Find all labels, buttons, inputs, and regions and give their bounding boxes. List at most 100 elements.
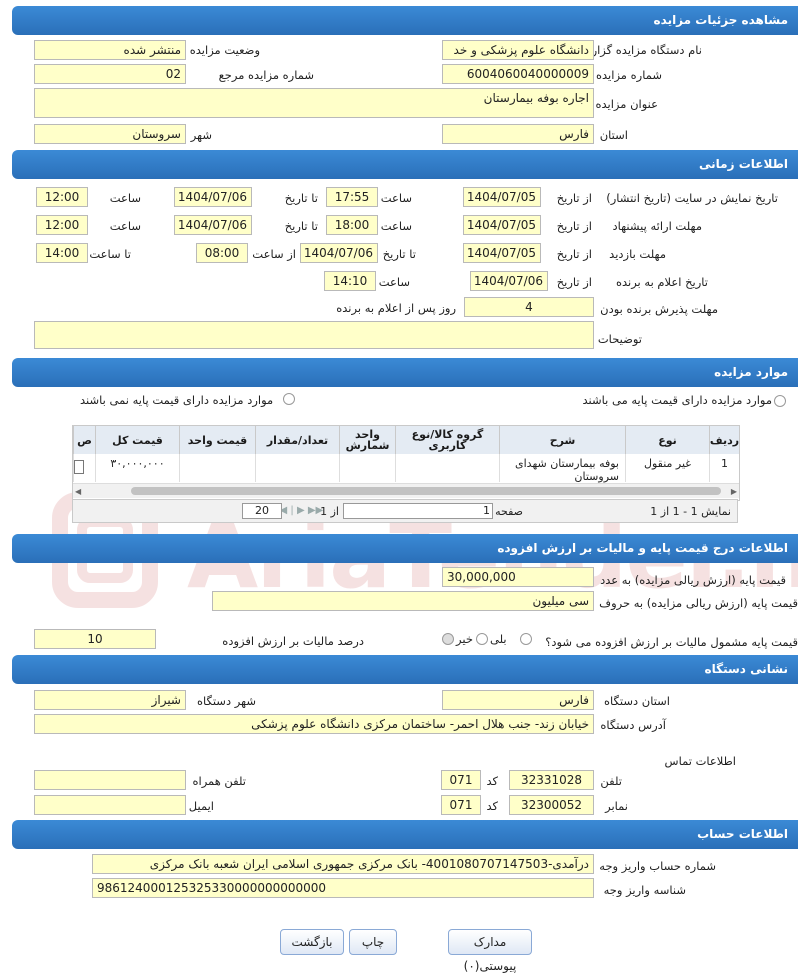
acct-field[interactable]: درآمدی-4001080707147503- بانک مرکزی جمهو…	[92, 854, 594, 874]
acct-label: شماره حساب واریز وجه	[599, 859, 716, 873]
attachments-button[interactable]: مدارک پیوستی(۰)	[448, 929, 532, 973]
visit-from-time-label: از ساعت	[252, 247, 296, 261]
email-field[interactable]	[34, 795, 186, 815]
visit-to-time-field[interactable]: 14:00	[36, 243, 88, 263]
vat-no-radio[interactable]	[476, 633, 488, 645]
bid-to-label: تا تاریخ	[284, 219, 318, 233]
fax-code-field[interactable]: 071	[441, 795, 481, 815]
accept-field[interactable]: 4	[464, 297, 594, 317]
vat-yes-label: بلی	[490, 632, 507, 646]
scroll-right-icon[interactable]: ▶	[731, 487, 737, 496]
phone-field[interactable]: 32331028	[509, 770, 594, 790]
scroll-thumb[interactable]	[131, 487, 721, 495]
announce-from-label: از تاریخ	[556, 275, 592, 289]
mobile-label: تلفن همراه	[192, 774, 246, 788]
desc-field[interactable]	[34, 321, 594, 349]
col-header-total: قیمت کل	[95, 426, 179, 454]
bid-time2-field[interactable]: 12:00	[36, 215, 88, 235]
row-action-icon[interactable]	[74, 460, 84, 474]
col-header-type: نوع	[625, 426, 709, 454]
ref-field[interactable]: 02	[34, 64, 186, 84]
base-words-field[interactable]: سی میلیون	[212, 591, 594, 611]
mobile-field[interactable]	[34, 770, 186, 790]
publish-time2-field[interactable]: 12:00	[36, 187, 88, 207]
number-label: شماره مزایده	[596, 68, 662, 82]
page-input[interactable]: 1	[343, 503, 493, 519]
vat-yes-radio[interactable]	[520, 633, 532, 645]
radio-without-base[interactable]	[283, 393, 295, 405]
payment-id-field[interactable]: 986124000125325330000000000000	[92, 878, 594, 898]
table-pager: نمایش 1 - 1 از 1 ◀◀ ◀ | ▶ ▶▶ صفحه 1 از 1…	[72, 499, 738, 523]
col-header-unit-price: قیمت واحد	[179, 426, 255, 454]
bid-from-field[interactable]: 1404/07/05	[463, 215, 541, 235]
col-header-group: گروه کالا/نوع کاربری	[395, 426, 499, 454]
vat-percent-label: درصد مالیات بر ارزش افزوده	[222, 634, 364, 648]
visit-from-field[interactable]: 1404/07/05	[463, 243, 541, 263]
visit-from-time-field[interactable]: 08:00	[196, 243, 248, 263]
publish-from-label: از تاریخ	[556, 191, 592, 205]
phone-label: تلفن	[600, 774, 622, 788]
publish-from-field[interactable]: 1404/07/05	[463, 187, 541, 207]
vat-selected-radio[interactable]	[442, 633, 454, 645]
announce-label: تاریخ اعلام به برنده	[615, 275, 708, 289]
org-city-field[interactable]: شیراز	[34, 690, 186, 710]
back-button[interactable]: بازگشت	[280, 929, 344, 955]
city-label: شهر	[190, 128, 212, 142]
bid-label: مهلت ارائه پیشنهاد	[612, 219, 702, 233]
fax-label: نمابر	[605, 799, 628, 813]
scroll-left-icon[interactable]: ◀	[75, 487, 81, 496]
status-field[interactable]: منتشر شده	[34, 40, 186, 60]
accept-label: مهلت پذیرش برنده بودن	[600, 302, 718, 316]
announce-time-label: ساعت	[378, 275, 410, 289]
col-header-row: ردیف	[709, 426, 739, 454]
section-header-price: اطلاعات درج قیمت پایه و مالیات بر ارزش ا…	[12, 534, 798, 563]
visit-label: مهلت بازدید	[609, 247, 666, 261]
org-address-label: آدرس دستگاه	[600, 718, 666, 732]
province-field[interactable]: فارس	[442, 124, 594, 144]
number-field[interactable]: 6004060040000009	[442, 64, 594, 84]
table-scrollbar[interactable]: ◀ ▶	[73, 483, 739, 498]
vat-question: قیمت پایه مشمول مالیات بر ارزش افزوده می…	[545, 635, 798, 649]
section-header-address: نشانی دستگاه	[12, 655, 798, 684]
org-address-field[interactable]: خیابان زند- جنب هلال احمر- ساختمان مرکزی…	[34, 714, 594, 734]
fax-code-label: کد	[486, 799, 498, 813]
table-cell: بوفه بیمارستان شهدای سروستان	[499, 454, 625, 483]
visit-to-field[interactable]: 1404/07/06	[300, 243, 378, 263]
title-field[interactable]: اجاره بوفه بیمارستان	[34, 88, 594, 118]
publish-time1-field[interactable]: 17:55	[326, 187, 378, 207]
phone-code-label: کد	[486, 774, 498, 788]
print-button[interactable]: چاپ	[349, 929, 397, 955]
payment-id-label: شناسه واریز وجه	[603, 883, 686, 897]
section-header-items: موارد مزایده	[12, 358, 798, 387]
section-header-account: اطلاعات حساب	[12, 820, 798, 849]
section-header-details: مشاهده جزئیات مزایده	[12, 6, 798, 35]
status-label: وضعیت مزایده	[189, 43, 260, 57]
announce-time-field[interactable]: 14:10	[324, 271, 376, 291]
table-cell: ۳۰,۰۰۰,۰۰۰	[95, 454, 179, 482]
vat-no-label: خیر	[456, 632, 473, 646]
publish-to-field[interactable]: 1404/07/06	[174, 187, 252, 207]
col-header-extra: ص	[73, 426, 95, 454]
vat-percent-field[interactable]: 10	[34, 629, 156, 649]
table-cell: غیر منقول	[625, 454, 709, 482]
base-words-label: قیمت پایه (ارزش ریالی مزایده) به حروف	[599, 596, 798, 610]
bid-time1-field[interactable]: 18:00	[326, 215, 378, 235]
radio-with-base[interactable]	[774, 395, 786, 407]
email-label: ایمیل	[188, 799, 214, 813]
org-province-field[interactable]: فارس	[442, 690, 594, 710]
fax-field[interactable]: 32300052	[509, 795, 594, 815]
visit-to-label: تا تاریخ	[382, 247, 416, 261]
bid-to-field[interactable]: 1404/07/06	[174, 215, 252, 235]
section-header-timing: اطلاعات زمانی	[12, 150, 798, 179]
bid-time2-label: ساعت	[109, 219, 141, 233]
publish-label: تاریخ نمایش در سایت (تاریخ انتشار)	[606, 191, 778, 205]
org-city-label: شهر دستگاه	[196, 694, 256, 708]
phone-code-field[interactable]: 071	[441, 770, 481, 790]
page-size-select[interactable]: 20	[242, 503, 282, 519]
city-field[interactable]: سروستان	[34, 124, 186, 144]
org-field[interactable]: دانشگاه علوم پزشکی و خد	[442, 40, 594, 60]
desc-label: توضیحات	[597, 332, 642, 346]
announce-date-field[interactable]: 1404/07/06	[470, 271, 548, 291]
accept-unit: روز پس از اعلام به برنده	[336, 301, 456, 315]
base-price-field[interactable]: 30,000,000	[442, 567, 594, 587]
